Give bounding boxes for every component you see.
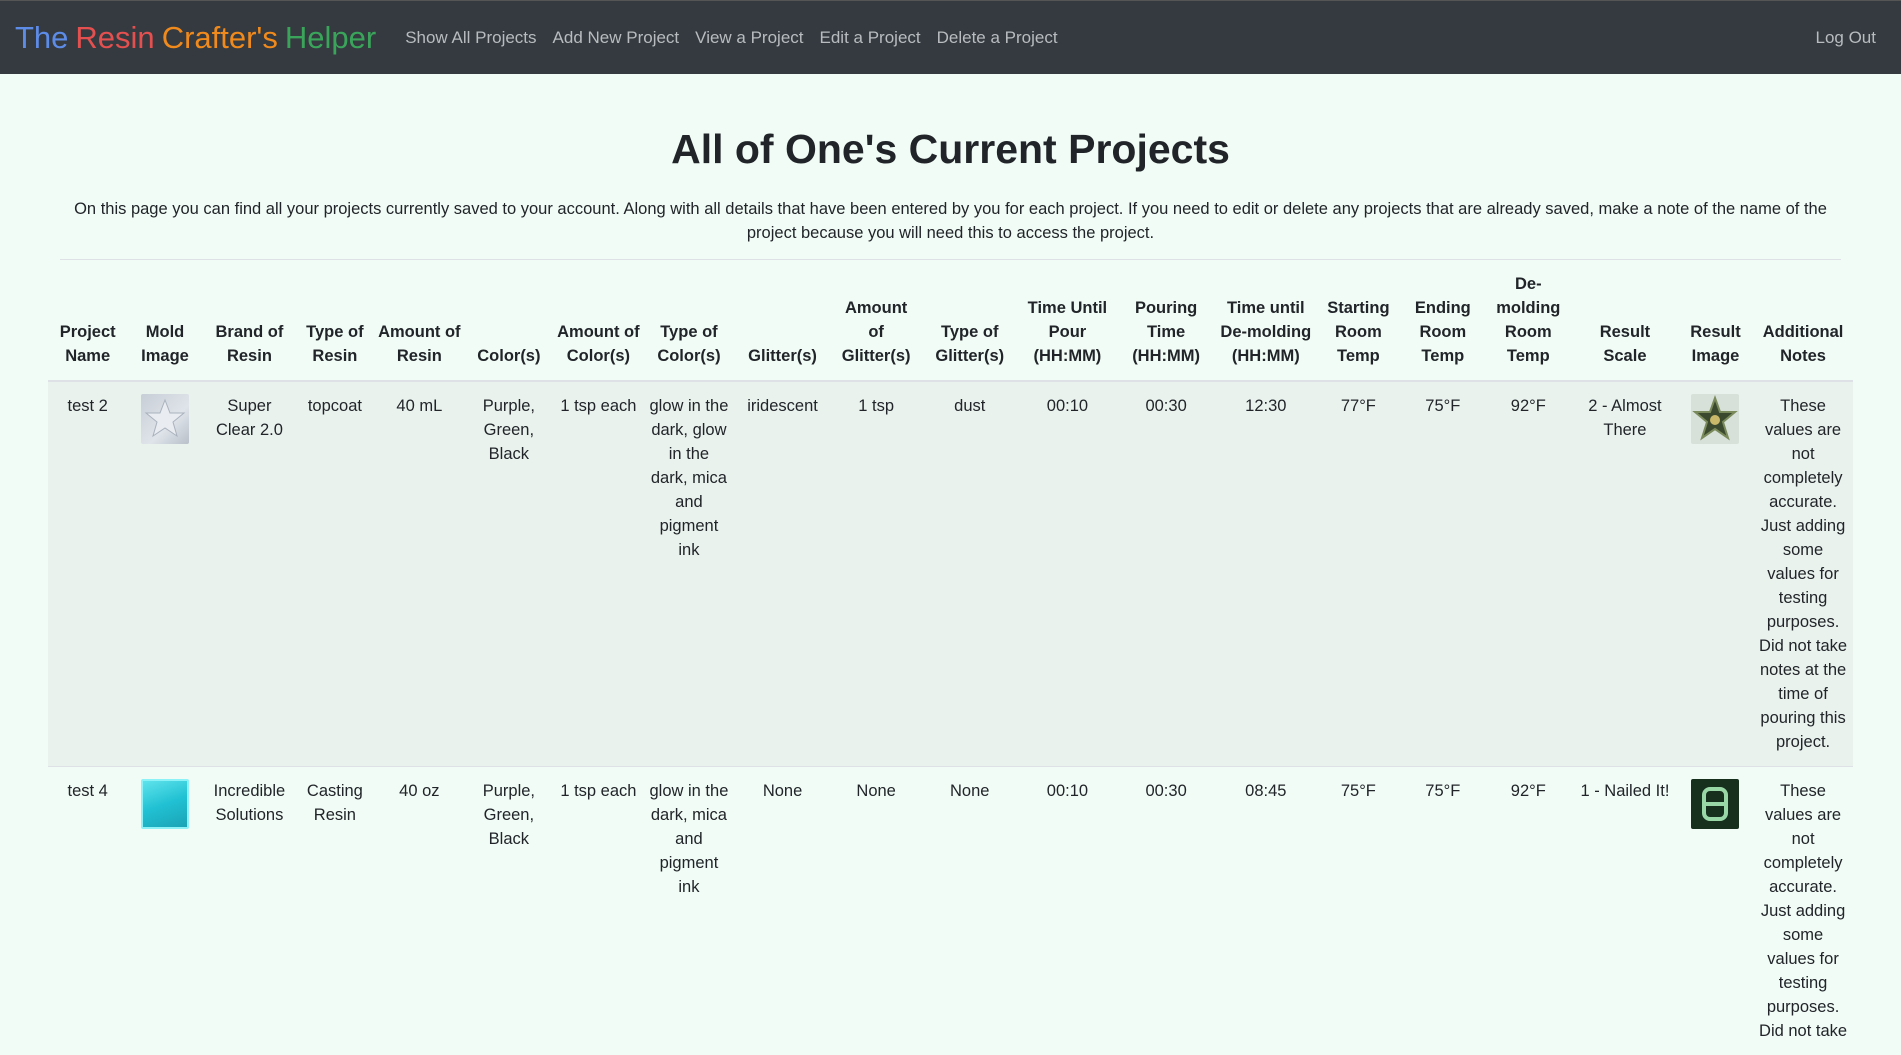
brand-word-helper: Helper: [285, 20, 376, 55]
cell-glitter-type: dust: [921, 381, 1019, 767]
cell-glitter-amount: None: [831, 767, 921, 1055]
cell-time-until-demold: 12:30: [1216, 381, 1316, 767]
brand-word-the: The: [15, 20, 68, 55]
cell-time-until-demold: 08:45: [1216, 767, 1316, 1055]
col-header: Result Image: [1678, 260, 1753, 381]
brand-word-crafters: Crafter's: [162, 20, 278, 55]
col-header: Type of Resin: [296, 260, 373, 381]
col-header: Ending Room Temp: [1401, 260, 1484, 381]
cell-demold-temp: 92°F: [1485, 767, 1573, 1055]
col-header: Type of Glitter(s): [921, 260, 1019, 381]
cell-glitter-amount: 1 tsp: [831, 381, 921, 767]
col-header: Starting Room Temp: [1316, 260, 1401, 381]
table-row: test 2 Super Clear 2.0 topcoat 40 mL Pur…: [48, 381, 1853, 767]
star-mold-icon[interactable]: [141, 394, 189, 444]
cell-mold-image: [127, 381, 202, 767]
page-intro: On this page you can find all your proje…: [60, 197, 1841, 260]
cell-end-temp: 75°F: [1401, 767, 1484, 1055]
cell-brand: Super Clear 2.0: [203, 381, 297, 767]
brand-word-resin: Resin: [75, 20, 154, 55]
cell-color-amount: 1 tsp each: [553, 381, 645, 767]
col-header: Amount of Resin: [374, 260, 466, 381]
cell-result-image: [1678, 381, 1753, 767]
cell-color-type: glow in the dark, mica and pigment ink: [644, 767, 734, 1055]
nav-delete-project[interactable]: Delete a Project: [937, 28, 1058, 48]
square-result-icon[interactable]: [1691, 779, 1739, 829]
nav-show-all-projects[interactable]: Show All Projects: [405, 28, 536, 48]
cell-pouring-time: 00:30: [1116, 767, 1216, 1055]
cell-glitter: iridescent: [734, 381, 832, 767]
nav-links: Show All Projects Add New Project View a…: [405, 28, 1057, 48]
page-title: All of One's Current Projects: [0, 126, 1901, 173]
cell-notes: These values are not completely accurate…: [1753, 381, 1853, 767]
cell-mold-image: [127, 767, 202, 1055]
cell-result-scale: 2 - Almost There: [1572, 381, 1678, 767]
col-header: Brand of Resin: [203, 260, 297, 381]
cell-glitter: None: [734, 767, 832, 1055]
col-header: Time until De-molding (HH:MM): [1216, 260, 1316, 381]
cell-notes: These values are not completely accurate…: [1753, 767, 1853, 1055]
col-header: Project Name: [48, 260, 127, 381]
cell-color-amount: 1 tsp each: [553, 767, 645, 1055]
col-header: Color(s): [465, 260, 553, 381]
brand-logo[interactable]: TheResinCrafter'sHelper: [15, 20, 383, 56]
cell-project-name: test 2: [48, 381, 127, 767]
cell-pouring-time: 00:30: [1116, 381, 1216, 767]
projects-table: Project Name Mold Image Brand of Resin T…: [48, 260, 1853, 1055]
col-header: Type of Color(s): [644, 260, 734, 381]
col-header: Mold Image: [127, 260, 202, 381]
col-header: Result Scale: [1572, 260, 1678, 381]
nav-view-project[interactable]: View a Project: [695, 28, 803, 48]
cell-start-temp: 77°F: [1316, 381, 1401, 767]
cell-resin-type: Casting Resin: [296, 767, 373, 1055]
col-header: Amount of Color(s): [553, 260, 645, 381]
cell-time-until-pour: 00:10: [1019, 767, 1117, 1055]
col-header: Glitter(s): [734, 260, 832, 381]
col-header: Amount of Glitter(s): [831, 260, 921, 381]
cell-end-temp: 75°F: [1401, 381, 1484, 767]
table-row: test 4 Incredible Solutions Casting Resi…: [48, 767, 1853, 1055]
cell-resin-amount: 40 oz: [374, 767, 466, 1055]
cell-glitter-type: None: [921, 767, 1019, 1055]
table-header-row: Project Name Mold Image Brand of Resin T…: [48, 260, 1853, 381]
square-mold-icon[interactable]: [141, 779, 189, 829]
star-result-icon[interactable]: [1691, 394, 1739, 444]
col-header: Additional Notes: [1753, 260, 1853, 381]
nav-add-new-project[interactable]: Add New Project: [553, 28, 680, 48]
cell-color-type: glow in the dark, glow in the dark, mica…: [644, 381, 734, 767]
cell-resin-type: topcoat: [296, 381, 373, 767]
nav-edit-project[interactable]: Edit a Project: [820, 28, 921, 48]
cell-resin-amount: 40 mL: [374, 381, 466, 767]
logout-link[interactable]: Log Out: [1816, 28, 1887, 48]
cell-colors: Purple, Green, Black: [465, 381, 553, 767]
cell-colors: Purple, Green, Black: [465, 767, 553, 1055]
col-header: Pouring Time (HH:MM): [1116, 260, 1216, 381]
cell-time-until-pour: 00:10: [1019, 381, 1117, 767]
col-header: De-molding Room Temp: [1485, 260, 1573, 381]
cell-project-name: test 4: [48, 767, 127, 1055]
projects-table-wrapper: Project Name Mold Image Brand of Resin T…: [48, 260, 1853, 1055]
cell-start-temp: 75°F: [1316, 767, 1401, 1055]
col-header: Time Until Pour (HH:MM): [1019, 260, 1117, 381]
cell-result-scale: 1 - Nailed It!: [1572, 767, 1678, 1055]
navbar: TheResinCrafter'sHelper Show All Project…: [0, 0, 1901, 74]
cell-demold-temp: 92°F: [1485, 381, 1573, 767]
cell-brand: Incredible Solutions: [203, 767, 297, 1055]
cell-result-image: [1678, 767, 1753, 1055]
